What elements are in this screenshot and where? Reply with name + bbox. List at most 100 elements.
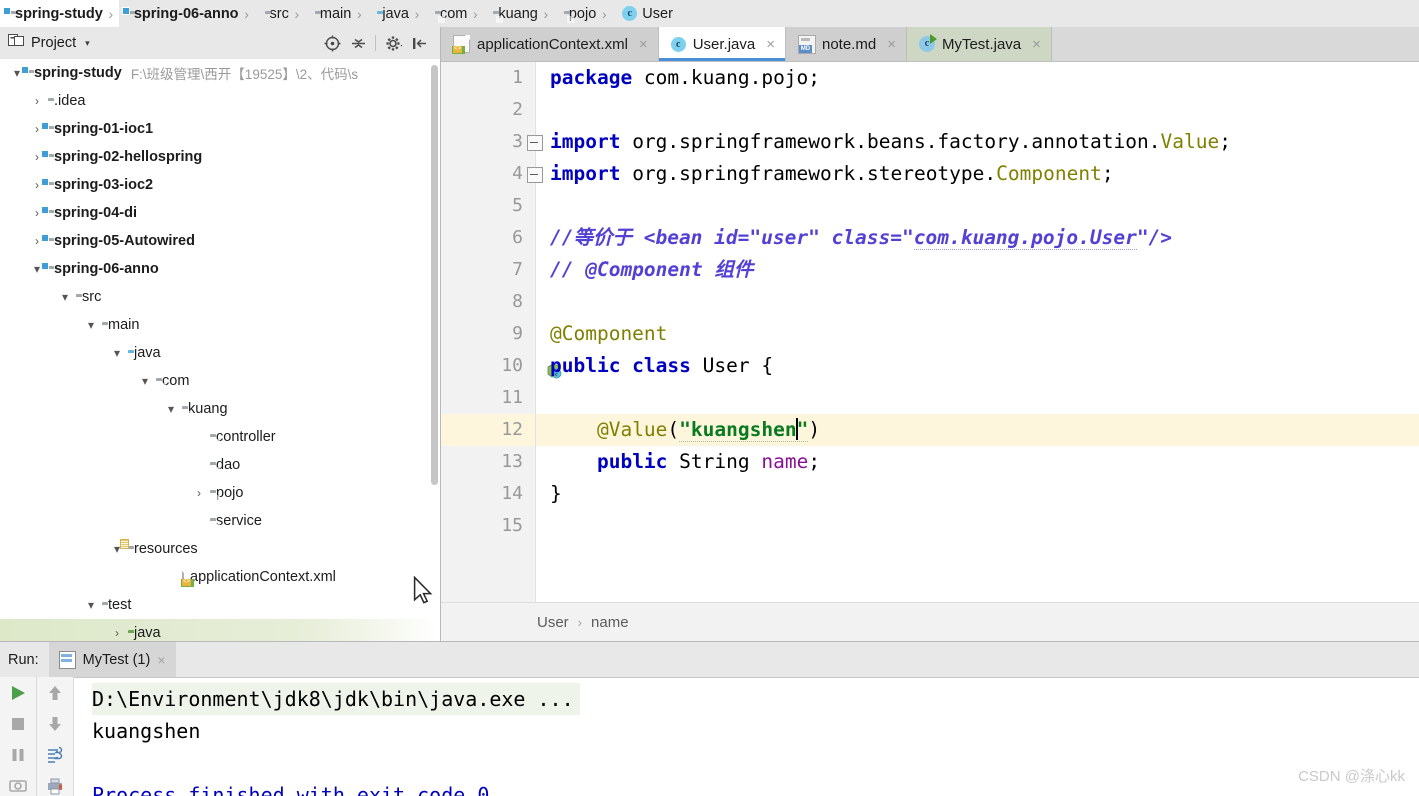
run-tab-label: MyTest (1) — [82, 651, 151, 668]
close-icon[interactable]: × — [639, 36, 648, 53]
tree-row-java-test[interactable]: › java — [0, 619, 440, 641]
tree-row-spring-01-ioc1[interactable]: › spring-01-ioc1 — [0, 115, 440, 143]
chevron-down-icon[interactable]: ▾ — [85, 38, 90, 49]
sidebar-scrollbar[interactable] — [431, 65, 438, 485]
tree-row-controller[interactable]: › controller — [0, 423, 440, 451]
tab-user-java[interactable]: c User.java × — [658, 27, 786, 61]
chevron-down-icon[interactable]: ▾ — [54, 283, 76, 311]
close-icon[interactable]: × — [766, 36, 775, 53]
chevron-down-icon[interactable]: ▾ — [160, 395, 182, 423]
tree-row-spring-study[interactable]: ▾ spring-study F:\班级管理\西开【19525】\2、代码\s — [0, 59, 440, 87]
tree-row-spring-04-di[interactable]: › spring-04-di — [0, 199, 440, 227]
tree-row-application-context-xml[interactable]: › <> applicationContext.xml — [0, 563, 440, 591]
tree-row-label: spring-02-hellospring — [54, 149, 203, 165]
gear-icon[interactable] — [380, 30, 406, 56]
tree-row-label: spring-03-ioc2 — [54, 177, 154, 193]
soft-wrap-icon[interactable] — [43, 745, 67, 765]
print-icon[interactable] — [43, 776, 67, 796]
tree-row-spring-06-anno[interactable]: ▾ spring-06-anno — [0, 255, 440, 283]
tree-row-src[interactable]: ▾ src — [0, 283, 440, 311]
close-icon[interactable]: × — [887, 36, 896, 53]
tree-row-spring-02-hellospring[interactable]: › spring-02-hellospring — [0, 143, 440, 171]
run-tab-mytest[interactable]: MyTest (1) × — [48, 642, 176, 677]
breadcrumb-item-src[interactable]: src › — [255, 0, 305, 27]
line-number: 14 — [501, 483, 523, 504]
comment-text: //等价于 <bean id="user" class=" — [550, 226, 914, 249]
code-line-7: // @Component 组件 — [550, 258, 754, 281]
chevron-down-icon[interactable]: ▾ — [80, 311, 102, 339]
breadcrumb-item-pojo[interactable]: pojo › — [554, 0, 612, 27]
chevron-right-icon: › — [244, 5, 249, 22]
breadcrumb-item-user[interactable]: c User — [612, 0, 689, 27]
code-line-12: @Value("kuangshen") — [536, 414, 1419, 446]
chevron-down-icon[interactable]: ▾ — [134, 367, 156, 395]
breadcrumb-item-spring-06-anno[interactable]: spring-06-anno › — [119, 0, 255, 27]
project-path-hint: F:\班级管理\西开【19525】\2、代码\s — [130, 67, 359, 82]
close-icon[interactable]: × — [1032, 36, 1041, 53]
code-editor[interactable]: 1 2 3 4 5 6 7 8 9 10 c 11 12 13 14 15 pa… — [441, 62, 1419, 603]
pause-icon[interactable] — [6, 745, 30, 765]
code-text: com.kuang.pojo; — [632, 66, 821, 89]
camera-icon[interactable] — [6, 776, 30, 796]
code-text: ; — [808, 450, 821, 473]
tab-label: applicationContext.xml — [477, 35, 628, 53]
tree-row-test[interactable]: ▾ test — [0, 591, 440, 619]
tab-mytest-java[interactable]: MyTest.java × — [906, 27, 1052, 61]
tree-row-java-main[interactable]: ▾ java — [0, 339, 440, 367]
tree-row-spring-05-autowired[interactable]: › spring-05-Autowired — [0, 227, 440, 255]
string-value: kuangshen — [690, 418, 797, 441]
down-arrow-icon[interactable] — [43, 714, 67, 734]
breadcrumb-item-java[interactable]: java › — [367, 0, 425, 27]
close-icon[interactable]: × — [157, 652, 165, 668]
chevron-down-icon[interactable]: ▾ — [80, 591, 102, 619]
run-actions-toolbar — [0, 677, 37, 796]
tree-row-com[interactable]: ▾ com — [0, 367, 440, 395]
tree-row-kuang[interactable]: ▾ kuang — [0, 395, 440, 423]
tree-row-label: kuang — [188, 401, 228, 417]
locate-icon[interactable] — [319, 30, 345, 56]
tab-note-md[interactable]: MD note.md × — [785, 27, 907, 61]
code-lines[interactable]: package com.kuang.pojo; import org.sprin… — [536, 62, 1419, 603]
up-arrow-icon[interactable] — [43, 683, 67, 703]
line-number-gutter[interactable]: 1 2 3 4 5 6 7 8 9 10 c 11 12 13 14 15 — [441, 62, 562, 603]
code-text: org.springframework.stereotype. — [620, 162, 997, 185]
toolbar-divider — [375, 35, 376, 51]
xml-file-icon: <> — [182, 568, 191, 586]
chevron-right-icon[interactable]: › — [188, 479, 210, 507]
breadcrumb-member[interactable]: name — [591, 614, 629, 631]
chevron-right-icon[interactable]: › — [106, 619, 128, 641]
comment-text: "/> — [1136, 226, 1173, 249]
run-tool-window: Run: MyTest (1) × D:\Environment\jdk8\jd… — [0, 641, 1419, 796]
breadcrumb-item-com[interactable]: com › — [425, 0, 483, 27]
tree-row-spring-03-ioc2[interactable]: › spring-03-ioc2 — [0, 171, 440, 199]
tree-row-dao[interactable]: › dao — [0, 451, 440, 479]
chevron-right-icon: › — [356, 5, 362, 22]
collapse-all-icon[interactable] — [345, 30, 371, 56]
hide-panel-icon[interactable] — [406, 30, 432, 56]
line-number: 11 — [501, 387, 523, 408]
tree-row-idea[interactable]: › .idea — [0, 87, 440, 115]
tab-application-context-xml[interactable]: <> applicationContext.xml × — [441, 27, 659, 61]
tree-row-resources[interactable]: ▾ resources — [0, 535, 440, 563]
tree-row-service[interactable]: › service — [0, 507, 440, 535]
chevron-right-icon: › — [294, 5, 300, 22]
stop-icon[interactable] — [6, 714, 30, 734]
rerun-icon[interactable] — [6, 683, 30, 703]
class-icon: c — [670, 36, 686, 52]
breadcrumb-item-spring-study[interactable]: spring-study › — [0, 0, 119, 27]
project-tree[interactable]: ▾ spring-study F:\班级管理\西开【19525】\2、代码\s … — [0, 59, 440, 641]
tree-row-main[interactable]: ▾ main — [0, 311, 440, 339]
tree-row-label: com — [162, 373, 190, 389]
tree-row-label: spring-04-di — [54, 205, 137, 221]
breadcrumb-class[interactable]: User — [537, 614, 569, 631]
chevron-down-icon[interactable]: ▾ — [106, 339, 128, 367]
breadcrumb-item-kuang[interactable]: kuang › — [483, 0, 554, 27]
console-output[interactable]: D:\Environment\jdk8\jdk\bin\java.exe ...… — [74, 677, 1419, 796]
tree-row-pojo[interactable]: › pojo — [0, 479, 440, 507]
breadcrumb-item-main[interactable]: main › — [305, 0, 367, 27]
editor-tab-bar: <> applicationContext.xml × c User.java … — [441, 27, 1419, 62]
chevron-right-icon[interactable]: › — [26, 87, 48, 115]
